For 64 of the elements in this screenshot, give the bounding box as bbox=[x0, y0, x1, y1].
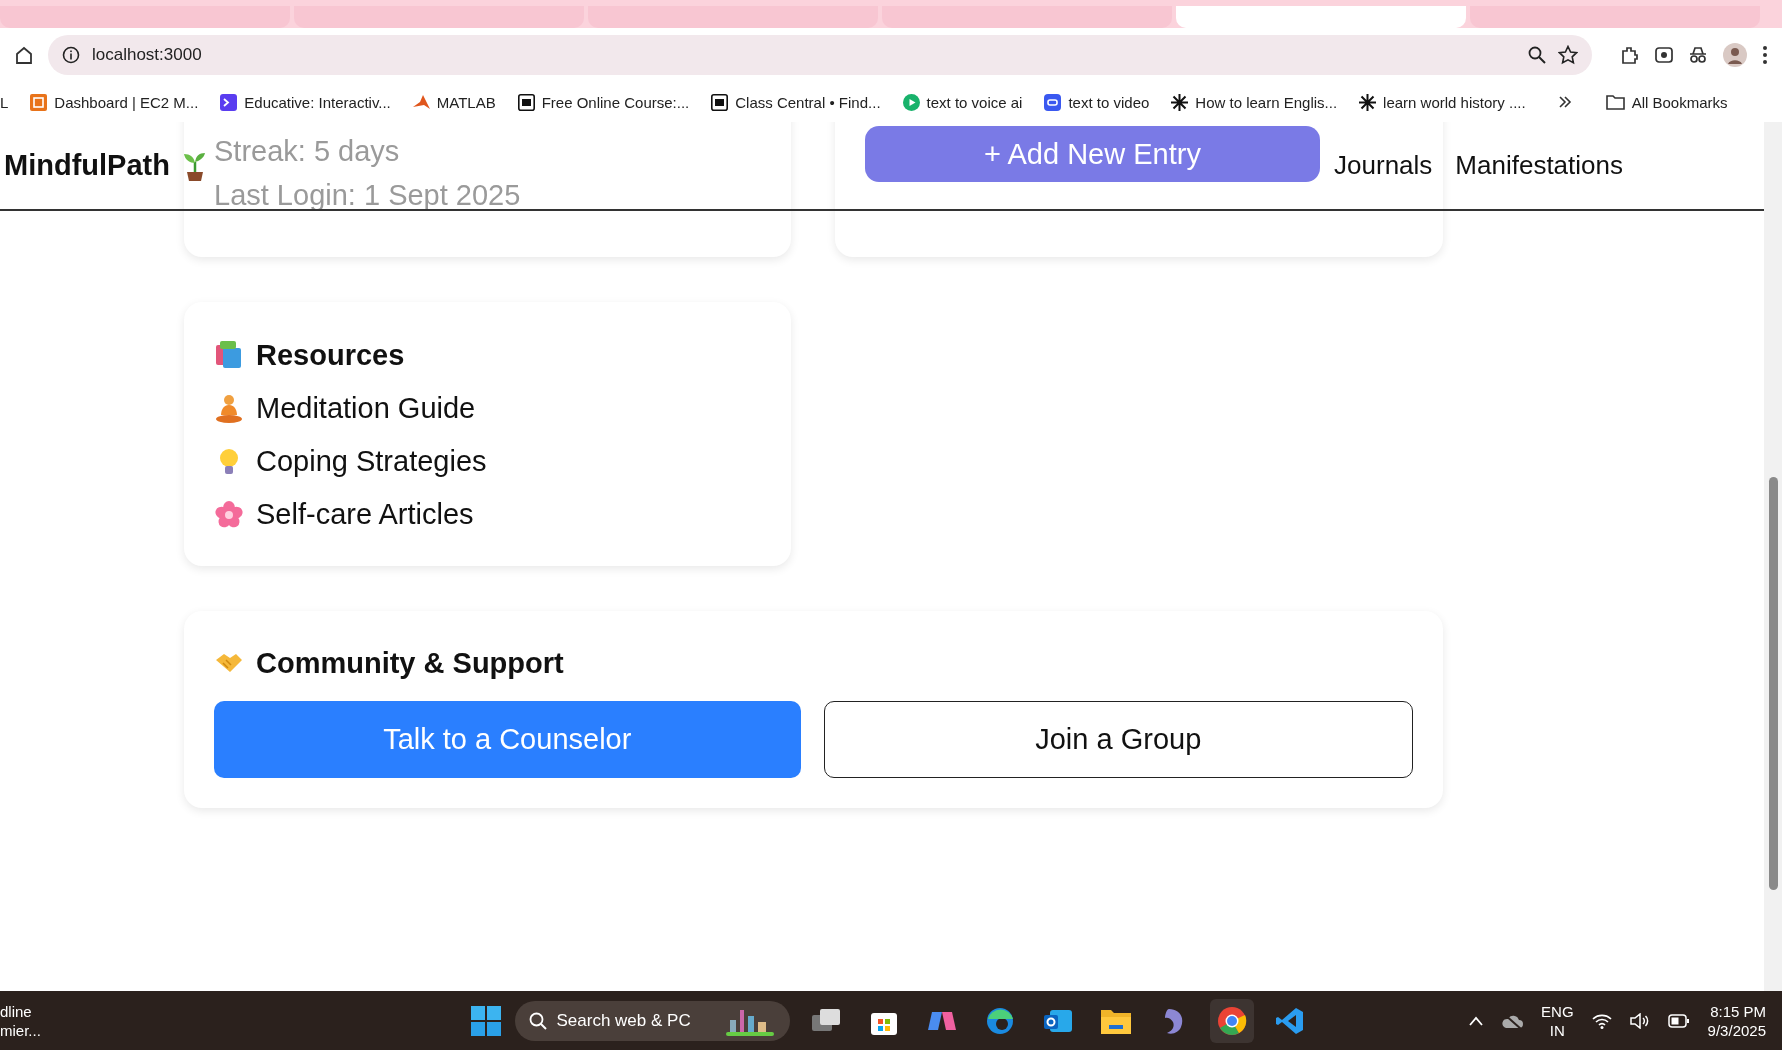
counselor-button[interactable]: Talk to a Counselor bbox=[214, 701, 801, 778]
bookmark[interactable]: learn world history .... bbox=[1359, 93, 1526, 111]
meditation-icon bbox=[214, 393, 244, 424]
camera-icon[interactable] bbox=[1654, 45, 1674, 65]
resource-link[interactable]: Coping Strategies bbox=[256, 445, 487, 478]
incognito-icon[interactable] bbox=[1688, 45, 1708, 65]
cc-icon bbox=[517, 93, 535, 111]
terminal-icon bbox=[220, 93, 238, 111]
volume-icon[interactable] bbox=[1629, 1012, 1650, 1029]
url-text: localhost:3000 bbox=[92, 45, 203, 65]
bookmark[interactable]: Free Online Course:... bbox=[517, 93, 690, 111]
zoom-icon[interactable] bbox=[1528, 46, 1546, 64]
bookmark[interactable]: MATLAB bbox=[412, 93, 496, 111]
peak-icon bbox=[412, 93, 430, 111]
box-icon bbox=[30, 93, 48, 111]
books-icon bbox=[214, 341, 244, 369]
avatar-icon[interactable] bbox=[1722, 42, 1748, 68]
logo-text: MindfulPath bbox=[4, 149, 170, 182]
nav-link[interactable]: Manifestations bbox=[1455, 150, 1623, 181]
language-indicator[interactable]: ENG IN bbox=[1541, 1001, 1574, 1040]
all-bookmarks[interactable]: All Bookmarks bbox=[1605, 93, 1728, 111]
address-bar[interactable]: localhost:3000 bbox=[48, 35, 1592, 75]
windows-icon[interactable] bbox=[470, 1005, 501, 1036]
search-field[interactable]: Search web & PC bbox=[514, 1000, 790, 1041]
chevron-up-icon[interactable] bbox=[1469, 1015, 1484, 1026]
wifi-icon[interactable] bbox=[1591, 1012, 1612, 1029]
cc-icon bbox=[711, 93, 729, 111]
card-title: Community & Support bbox=[256, 646, 564, 680]
menu-icon[interactable] bbox=[1762, 45, 1768, 65]
nav-link[interactable]: Journals bbox=[1334, 150, 1433, 181]
bookmark[interactable]: L bbox=[0, 93, 9, 111]
bookmark[interactable]: Class Central • Find... bbox=[711, 93, 881, 111]
bookmark[interactable]: text to voice ai bbox=[902, 93, 1023, 111]
stat-text: Last Login: 1 Sept 2025 bbox=[214, 178, 522, 213]
extensions-icon[interactable] bbox=[1620, 45, 1640, 65]
group-button[interactable]: Join a Group bbox=[823, 701, 1413, 778]
bookmark[interactable]: How to learn Englis... bbox=[1171, 93, 1338, 111]
info-icon bbox=[62, 46, 80, 64]
chevrons-icon[interactable] bbox=[1557, 95, 1572, 109]
search-icon bbox=[528, 1011, 547, 1030]
flower-icon bbox=[214, 499, 244, 530]
widget-text: dline bbox=[0, 1001, 33, 1021]
home-icon[interactable] bbox=[14, 45, 34, 65]
folder-icon bbox=[1605, 94, 1625, 110]
star-icon bbox=[1171, 93, 1189, 111]
clock[interactable]: 8:15 PM 9/3/2025 bbox=[1707, 1001, 1766, 1040]
video-icon bbox=[1044, 93, 1062, 111]
star-icon bbox=[1359, 93, 1377, 111]
play-icon bbox=[902, 93, 920, 111]
card-title: Resources bbox=[256, 338, 405, 372]
scroll-thumb[interactable] bbox=[1769, 477, 1778, 890]
widget-text: mier... bbox=[0, 1020, 42, 1040]
scrollbar[interactable] bbox=[1764, 122, 1782, 991]
bookmark[interactable]: Dashboard | EC2 M... bbox=[30, 93, 199, 111]
chrome-icon[interactable] bbox=[1209, 998, 1254, 1043]
bookmark[interactable]: text to video bbox=[1044, 93, 1150, 111]
resource-link[interactable]: Self-care Articles bbox=[256, 498, 474, 531]
add-entry-button[interactable]: + Add New Entry bbox=[865, 126, 1320, 182]
resource-link[interactable]: Meditation Guide bbox=[256, 392, 476, 425]
star-icon[interactable] bbox=[1558, 45, 1578, 65]
cloud-off-icon[interactable] bbox=[1501, 1012, 1524, 1029]
battery-icon[interactable] bbox=[1667, 1013, 1690, 1028]
stat-text: Streak: 5 days bbox=[214, 134, 401, 169]
bookmark[interactable]: Educative: Interactiv... bbox=[220, 93, 391, 111]
